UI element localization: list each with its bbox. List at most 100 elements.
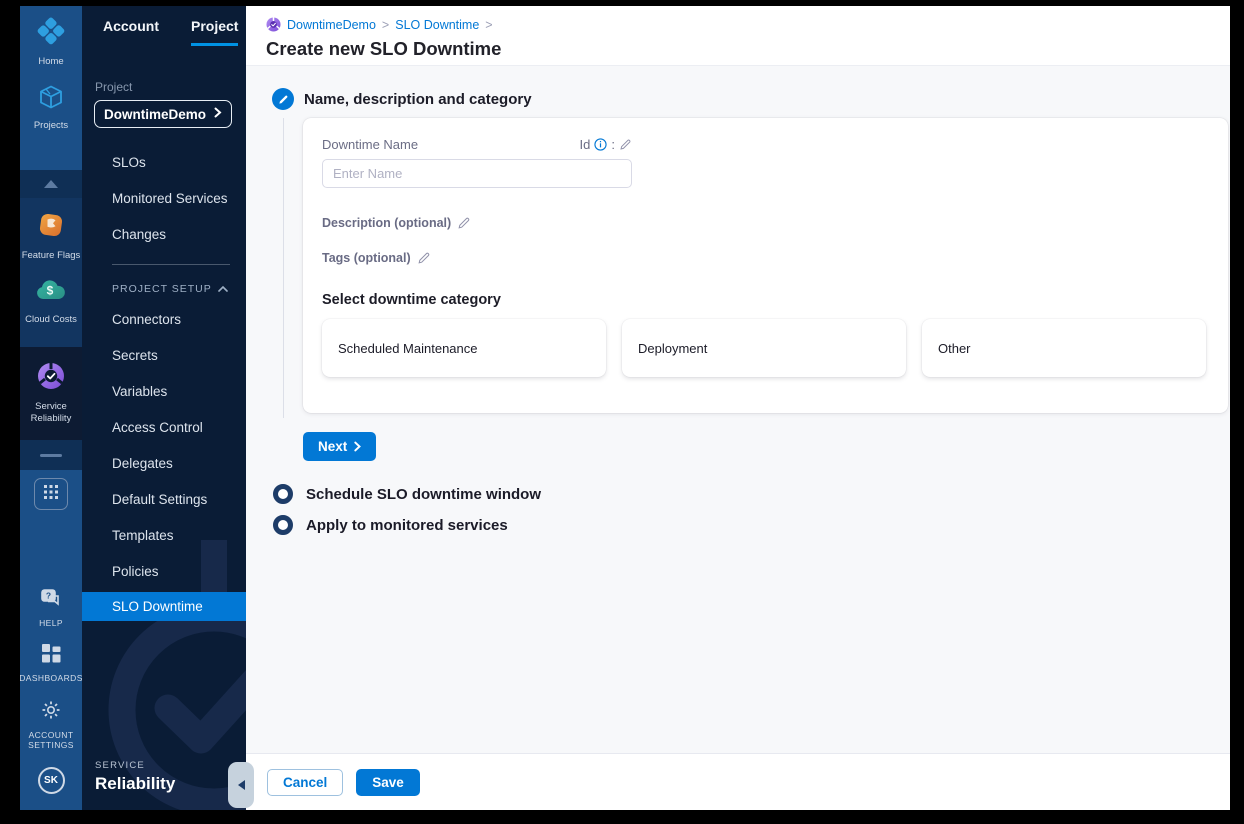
id-group: Id : (580, 137, 632, 152)
form-footer: Cancel Save (246, 753, 1230, 810)
sidebar-item-slo-downtime[interactable]: SLO Downtime (82, 592, 246, 621)
sidebar-item-access-control[interactable]: Access Control (82, 409, 246, 445)
breadcrumb-section-link[interactable]: SLO Downtime (395, 18, 479, 32)
gear-icon (41, 700, 61, 725)
rail-bottom-section: ? HELP DASHBOARDS ACCOUNT SETTINGS SK (20, 470, 82, 810)
sidebar-item-secrets[interactable]: Secrets (82, 337, 246, 373)
downtime-name-input[interactable] (322, 159, 632, 188)
info-icon[interactable] (594, 138, 608, 151)
help-icon: ? (40, 588, 62, 613)
sidebar-item-policies[interactable]: Policies (82, 553, 246, 589)
tags-label: Tags (optional) (322, 251, 411, 265)
step-2-title: Schedule SLO downtime window (306, 485, 542, 503)
category-card-other[interactable]: Other (922, 319, 1206, 377)
step-2-bullet-icon (273, 484, 293, 504)
breadcrumb-project-link[interactable]: DowntimeDemo (287, 18, 376, 32)
nav-cloud-costs-label: Cloud Costs (25, 313, 77, 325)
sidebar-item-delegates[interactable]: Delegates (82, 445, 246, 481)
rail-modules-section: Feature Flags $ Cloud Costs (20, 198, 82, 347)
nav-feature-flags-label: Feature Flags (21, 250, 81, 261)
id-colon: : (611, 137, 615, 152)
home-icon (36, 16, 66, 51)
scroll-up-icon (44, 180, 58, 188)
main-content: DowntimeDemo > SLO Downtime > Create new… (246, 6, 1230, 810)
project-selector-value: DowntimeDemo (104, 106, 207, 122)
step-3-title: Apply to monitored services (306, 516, 508, 534)
page-title: Create new SLO Downtime (266, 38, 502, 59)
svg-text:$: $ (47, 283, 54, 297)
sidebar-item-default-settings[interactable]: Default Settings (82, 481, 246, 517)
sidebar-nav: SLOs Monitored Services Changes PROJECT … (82, 144, 246, 621)
sidebar-item-variables[interactable]: Variables (82, 373, 246, 409)
page-header: DowntimeDemo > SLO Downtime > Create new… (246, 6, 1230, 66)
step-1-title: Name, description and category (304, 90, 532, 108)
module-title: SERVICE Reliability (95, 760, 175, 794)
name-label-row: Downtime Name Id : (322, 137, 632, 152)
scope-tabs: Account Project (82, 6, 246, 46)
nav-cloud-costs[interactable]: $ Cloud Costs (20, 278, 82, 326)
description-toggle[interactable]: Description (optional) (322, 216, 1206, 230)
chevron-right-icon (214, 105, 222, 123)
module-kicker: SERVICE (95, 760, 145, 771)
rail-srm-section: Service Reliability (20, 347, 82, 440)
scroll-indicator-dash (40, 453, 62, 457)
dashboards-icon (41, 644, 61, 668)
sidebar-item-changes[interactable]: Changes (82, 216, 246, 252)
cloud-costs-icon: $ (35, 278, 67, 309)
tab-project[interactable]: Project (191, 18, 239, 46)
nav-help[interactable]: ? HELP (39, 588, 63, 629)
sidebar-divider (112, 264, 230, 265)
wizard-step-3-header[interactable]: Apply to monitored services (273, 515, 1230, 535)
project-setup-label: PROJECT SETUP (112, 283, 212, 295)
nav-home[interactable]: Home (20, 16, 82, 68)
nav-dashboards-label: DASHBOARDS (20, 673, 83, 684)
nav-feature-flags[interactable]: Feature Flags (20, 210, 82, 262)
app-window: Home Projects Feature Flags $ Cloud Cost… (20, 6, 1230, 810)
save-button[interactable]: Save (356, 768, 420, 796)
project-setup-section-header[interactable]: PROJECT SETUP (82, 269, 246, 301)
svg-text:?: ? (46, 590, 51, 600)
nav-service-reliability[interactable]: Service Reliability (20, 361, 82, 425)
wizard-step-2-header[interactable]: Schedule SLO downtime window (273, 484, 1230, 504)
tab-account[interactable]: Account (103, 18, 159, 46)
rail-top-section: Home Projects (20, 6, 82, 170)
breadcrumb-separator: > (485, 17, 493, 32)
nav-dashboards[interactable]: DASHBOARDS (20, 644, 83, 684)
upcoming-steps: Schedule SLO downtime window Apply to mo… (272, 484, 1230, 535)
module-picker-grid-icon (44, 484, 58, 504)
collapse-left-icon (237, 780, 245, 790)
chevron-up-icon (218, 286, 228, 292)
sidebar-item-connectors[interactable]: Connectors (82, 301, 246, 337)
projects-icon (38, 84, 64, 115)
nav-projects-label: Projects (33, 119, 69, 131)
nav-account-settings-label: ACCOUNT SETTINGS (28, 729, 74, 751)
category-card-deployment[interactable]: Deployment (622, 319, 906, 377)
project-selector[interactable]: DowntimeDemo (94, 100, 232, 128)
id-label: Id (579, 137, 591, 152)
edit-description-pencil-icon (457, 216, 471, 230)
project-field-label: Project (95, 80, 133, 94)
module-picker-button[interactable] (34, 478, 68, 510)
sidebar-item-templates[interactable]: Templates (82, 517, 246, 553)
category-heading: Select downtime category (322, 292, 501, 308)
nav-account-settings[interactable]: ACCOUNT SETTINGS (28, 700, 74, 751)
rail-scroll-up[interactable] (20, 170, 82, 198)
nav-help-label: HELP (39, 617, 63, 628)
wizard-body: Name, description and category Downtime … (246, 66, 1230, 753)
cancel-button[interactable]: Cancel (267, 768, 344, 796)
chevron-right-icon (354, 441, 362, 452)
edit-id-pencil-icon[interactable] (619, 138, 632, 151)
next-button[interactable]: Next (303, 432, 377, 461)
sidebar-item-slos[interactable]: SLOs (82, 144, 246, 180)
tags-toggle[interactable]: Tags (optional) (322, 251, 1206, 265)
wizard-step-1-header[interactable]: Name, description and category (272, 88, 1230, 110)
step-3-bullet-icon (273, 515, 293, 535)
sidebar-item-monitored-services[interactable]: Monitored Services (82, 180, 246, 216)
user-avatar[interactable]: SK (37, 767, 65, 794)
sidebar-collapse-handle[interactable] (228, 762, 254, 808)
next-button-label: Next (318, 439, 348, 454)
nav-projects[interactable]: Projects (20, 84, 82, 132)
step-edit-icon (272, 88, 294, 110)
rail-scroll-down[interactable] (20, 440, 82, 470)
category-card-scheduled-maintenance[interactable]: Scheduled Maintenance (322, 319, 606, 377)
